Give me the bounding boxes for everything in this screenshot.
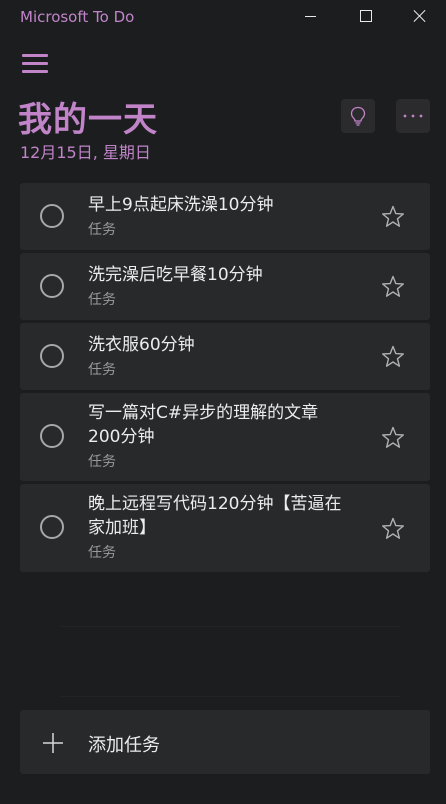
- complete-checkbox[interactable]: [40, 204, 64, 228]
- complete-checkbox[interactable]: [40, 344, 64, 368]
- task-item[interactable]: 洗衣服60分钟 任务: [20, 323, 430, 390]
- suggestions-button[interactable]: [341, 99, 375, 133]
- more-horizontal-icon: [403, 114, 423, 118]
- task-title: 晚上远程写代码120分钟【苦逼在家加班】: [88, 494, 342, 538]
- page-title: 我的一天: [18, 100, 158, 140]
- close-button[interactable]: [394, 0, 446, 32]
- task-list-name: 任务: [88, 362, 116, 378]
- page-date: 12月15日, 星期日: [20, 143, 151, 162]
- star-icon[interactable]: [380, 425, 406, 451]
- minimize-icon: [304, 15, 316, 17]
- task-title: 写一篇对C#异步的理解的文章200分钟: [88, 403, 319, 447]
- add-task-label: 添加任务: [88, 735, 160, 756]
- minimize-button[interactable]: [282, 0, 338, 32]
- task-item[interactable]: 写一篇对C#异步的理解的文章200分钟 任务: [20, 393, 430, 481]
- task-list-name: 任务: [88, 222, 116, 238]
- star-icon[interactable]: [380, 204, 406, 230]
- lightbulb-icon: [350, 106, 366, 126]
- maximize-button[interactable]: [338, 0, 394, 32]
- star-icon[interactable]: [380, 344, 406, 370]
- close-icon: [413, 9, 427, 23]
- more-options-button[interactable]: [396, 99, 430, 133]
- star-icon[interactable]: [380, 516, 406, 542]
- complete-checkbox[interactable]: [40, 424, 64, 448]
- task-title: 洗衣服60分钟: [88, 335, 195, 355]
- complete-checkbox[interactable]: [40, 515, 64, 539]
- task-title: 早上9点起床洗澡10分钟: [88, 195, 274, 215]
- menu-button[interactable]: [20, 50, 50, 76]
- add-task-button[interactable]: 添加任务: [20, 710, 430, 774]
- task-title: 洗完澡后吃早餐10分钟: [88, 265, 263, 285]
- plus-icon: [43, 733, 63, 753]
- maximize-icon: [360, 10, 372, 22]
- task-list-name: 任务: [88, 292, 116, 308]
- star-icon[interactable]: [380, 274, 406, 300]
- task-item[interactable]: 晚上远程写代码120分钟【苦逼在家加班】 任务: [20, 484, 430, 572]
- task-item[interactable]: 洗完澡后吃早餐10分钟 任务: [20, 253, 430, 320]
- task-list-name: 任务: [88, 545, 116, 561]
- task-item[interactable]: 早上9点起床洗澡10分钟 任务: [20, 183, 430, 250]
- title-bar: Microsoft To Do: [0, 0, 446, 34]
- app-title: Microsoft To Do: [20, 8, 135, 26]
- complete-checkbox[interactable]: [40, 274, 64, 298]
- divider: [60, 626, 400, 627]
- app-window: Microsoft To Do 我的一天 12月15日, 星期日 早上9点起床洗…: [0, 0, 446, 804]
- divider: [60, 696, 400, 697]
- task-list-name: 任务: [88, 454, 116, 470]
